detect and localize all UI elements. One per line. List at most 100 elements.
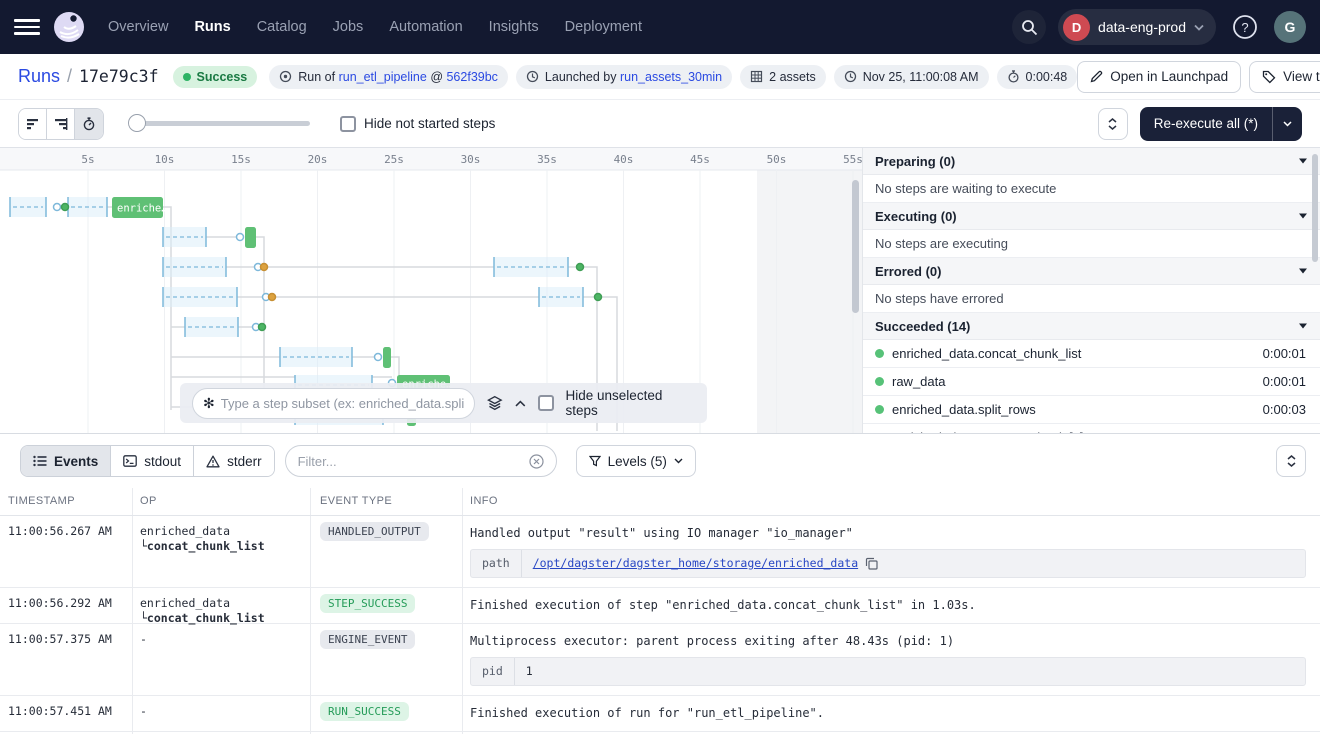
view-timed-gantt-button[interactable]	[75, 109, 103, 139]
step-row[interactable]: enriched_data.split_rows0:00:03	[863, 396, 1320, 424]
hide-unselected-label: Hide unselected steps	[566, 388, 695, 418]
tab-stderr[interactable]: stderr	[194, 446, 274, 476]
panel-expand-collapse-button[interactable]	[1098, 108, 1128, 140]
event-timestamp[interactable]: 11:00:57.451 AM	[8, 704, 112, 718]
user-avatar[interactable]: G	[1274, 11, 1306, 43]
event-log-table: TIMESTAMP OP EVENT TYPE INFO 11:00:56.26…	[0, 488, 1320, 734]
chevron-down-icon	[1194, 24, 1204, 31]
gantt-chart[interactable]: 5s10s15s20s25s30s35s40s45s50s55senriche……	[0, 148, 862, 433]
tag-icon	[1262, 70, 1276, 84]
hamburger-menu-icon[interactable]	[14, 14, 40, 40]
open-in-launchpad-button[interactable]: Open in Launchpad	[1077, 61, 1241, 93]
step-section-header[interactable]: Succeeded (14)	[863, 313, 1320, 340]
step-section-header[interactable]: Preparing (0)	[863, 148, 1320, 175]
zoom-slider-knob[interactable]	[128, 114, 146, 132]
workspace-avatar: D	[1063, 14, 1090, 41]
dagster-logo[interactable]	[52, 10, 86, 44]
success-dot-icon	[183, 73, 191, 81]
step-subset-input[interactable]	[221, 396, 464, 411]
step-subset-overlay: ✻ Hide unselected steps	[180, 383, 707, 423]
run-tag[interactable]: 0:00:48	[997, 65, 1078, 89]
copy-icon[interactable]	[865, 557, 878, 570]
reexecute-dropdown-button[interactable]	[1272, 107, 1302, 141]
success-dot-icon	[875, 377, 884, 386]
step-section-header[interactable]: Executing (0)	[863, 203, 1320, 230]
svg-text:25s: 25s	[384, 153, 404, 166]
help-icon[interactable]: ?	[1228, 10, 1262, 44]
chevron-down-icon	[1283, 121, 1292, 127]
hide-not-started-label: Hide not started steps	[364, 116, 495, 131]
workspace-name: data-eng-prod	[1098, 19, 1186, 35]
event-timestamp[interactable]: 11:00:57.375 AM	[8, 632, 112, 646]
step-name: enriched_data.split_rows	[892, 402, 1036, 417]
hide-unselected-checkbox[interactable]	[538, 395, 554, 411]
tag-link[interactable]: 562f39bc	[446, 70, 497, 84]
run-header: Runs / 17e79c3f Success Run of run_etl_p…	[0, 54, 1320, 100]
step-row[interactable]: enriched_data.concat_chunk_list0:00:01	[863, 340, 1320, 368]
caret-down-icon	[1298, 323, 1308, 329]
tag-link[interactable]: run_etl_pipeline	[339, 70, 427, 84]
event-log-row[interactable]: 11:00:57.451 AM - RUN_SUCCESS Finished e…	[0, 696, 1320, 732]
layers-icon[interactable]	[487, 395, 503, 411]
metadata-value: 1	[515, 658, 1305, 685]
event-log-row[interactable]: 11:00:56.267 AM enriched_data└concat_chu…	[0, 516, 1320, 588]
clear-filter-icon[interactable]	[529, 454, 544, 469]
hide-not-started-checkbox[interactable]	[340, 116, 356, 132]
nav-item-overview[interactable]: Overview	[108, 19, 168, 35]
nav-item-insights[interactable]: Insights	[489, 19, 539, 35]
event-info: Finished execution of step "enriched_dat…	[470, 595, 1306, 614]
breadcrumb-runs-link[interactable]: Runs	[18, 66, 60, 87]
nav-item-runs[interactable]: Runs	[194, 19, 230, 35]
sort-chevrons-icon	[1287, 455, 1296, 467]
view-waterfall-gantt-button[interactable]	[47, 109, 75, 139]
step-subset-input-wrap[interactable]: ✻	[192, 388, 475, 419]
step-section-header[interactable]: Errored (0)	[863, 258, 1320, 285]
event-timestamp[interactable]: 11:00:56.292 AM	[8, 596, 112, 610]
path-link[interactable]: /opt/dagster/dagster_home/storage/enrich…	[533, 555, 858, 572]
tag-link[interactable]: run_assets_30min	[620, 70, 722, 84]
step-section-empty-text: No steps have errored	[863, 285, 1320, 313]
tab-Events[interactable]: Events	[21, 446, 111, 476]
collapse-caret-icon[interactable]	[515, 400, 526, 407]
run-tag[interactable]: Launched by run_assets_30min	[516, 65, 732, 89]
step-duration: 0:00:01	[1263, 346, 1306, 361]
run-tag[interactable]: 2 assets	[740, 65, 826, 89]
event-op: -	[140, 704, 147, 719]
panel-scrollbar[interactable]	[1312, 154, 1318, 262]
log-sort-button[interactable]	[1276, 445, 1306, 477]
col-timestamp: TIMESTAMP	[8, 495, 75, 507]
status-badge: Success	[173, 66, 258, 88]
nav-item-catalog[interactable]: Catalog	[257, 19, 307, 35]
gantt-view-mode-group	[18, 108, 104, 140]
view-flat-gantt-button[interactable]	[19, 109, 47, 139]
event-timestamp[interactable]: 11:00:56.267 AM	[8, 524, 112, 538]
levels-filter-button[interactable]: Levels (5)	[576, 445, 696, 477]
events-toolbar: Eventsstdoutstderr Levels (5)	[0, 434, 1320, 488]
step-row[interactable]: enriched_data.process_chunk [1]0:00:01	[863, 424, 1320, 433]
event-log-row[interactable]: 11:00:56.292 AM enriched_data└concat_chu…	[0, 588, 1320, 624]
warning-icon	[206, 455, 220, 468]
workspace-switcher[interactable]: D data-eng-prod	[1058, 9, 1216, 45]
run-tag[interactable]: Nov 25, 11:00:08 AM	[834, 65, 989, 89]
view-tags-config-button[interactable]: View tags and config	[1249, 61, 1320, 93]
svg-text:30s: 30s	[461, 153, 481, 166]
step-section-empty-text: No steps are waiting to execute	[863, 175, 1320, 203]
svg-text:55s: 55s	[843, 153, 862, 166]
success-dot-icon	[875, 405, 884, 414]
nav-item-deployment[interactable]: Deployment	[565, 19, 642, 35]
terminal-icon	[123, 455, 137, 467]
nav-item-automation[interactable]: Automation	[389, 19, 462, 35]
tab-stdout[interactable]: stdout	[111, 446, 194, 476]
filter-input[interactable]	[298, 454, 521, 469]
filter-input-wrap[interactable]	[285, 445, 557, 477]
reexecute-all-button[interactable]: Re-execute all (*)	[1140, 107, 1302, 141]
nav-item-jobs[interactable]: Jobs	[333, 19, 364, 35]
event-log-row[interactable]: 11:00:57.375 AM - ENGINE_EVENT Multiproc…	[0, 624, 1320, 696]
gantt-zoom-slider[interactable]	[130, 121, 310, 126]
search-icon[interactable]	[1012, 10, 1046, 44]
step-row[interactable]: raw_data0:00:01	[863, 368, 1320, 396]
run-tag[interactable]: Run of run_etl_pipeline @ 562f39bc	[269, 65, 508, 89]
svg-text:15s: 15s	[231, 153, 251, 166]
svg-text:50s: 50s	[767, 153, 787, 166]
svg-text:40s: 40s	[614, 153, 634, 166]
